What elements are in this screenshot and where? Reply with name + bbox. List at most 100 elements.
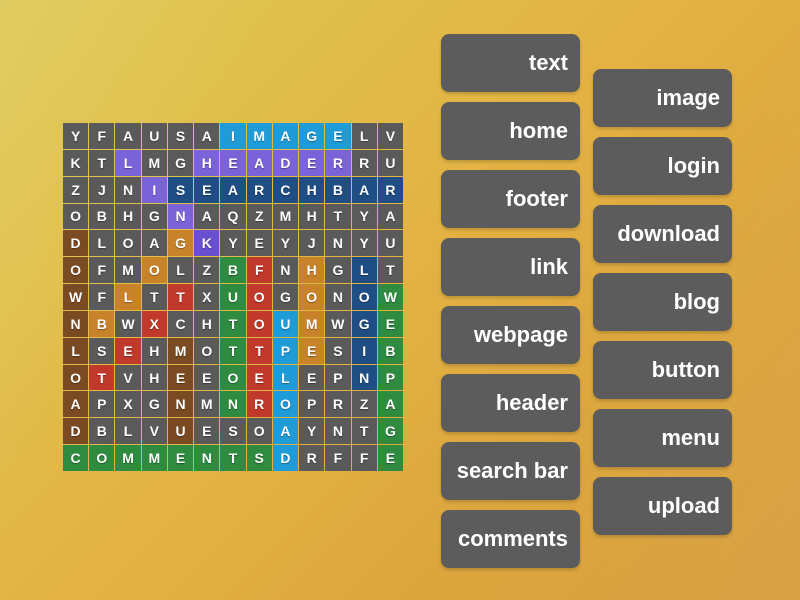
grid-cell[interactable]: P: [272, 337, 299, 364]
grid-cell[interactable]: Y: [220, 230, 246, 257]
grid-cell[interactable]: H: [299, 257, 325, 284]
grid-cell[interactable]: R: [246, 391, 272, 418]
grid-cell[interactable]: O: [272, 391, 299, 418]
grid-cell[interactable]: X: [194, 284, 220, 310]
grid-cell[interactable]: F: [246, 257, 272, 284]
grid-cell[interactable]: F: [351, 445, 377, 471]
grid-cell[interactable]: N: [325, 284, 351, 310]
grid-cell[interactable]: I: [220, 123, 246, 149]
grid-cell[interactable]: O: [246, 284, 272, 310]
grid-cell[interactable]: E: [220, 149, 246, 176]
grid-cell[interactable]: A: [194, 123, 220, 149]
grid-cell[interactable]: T: [377, 257, 403, 284]
grid-cell[interactable]: E: [325, 123, 351, 149]
grid-cell[interactable]: S: [220, 418, 246, 445]
grid-cell[interactable]: O: [246, 310, 272, 337]
grid-cell[interactable]: G: [351, 310, 377, 337]
grid-cell[interactable]: S: [246, 445, 272, 471]
grid-cell[interactable]: O: [194, 337, 220, 364]
word-chip-home[interactable]: home: [441, 102, 580, 160]
grid-cell[interactable]: E: [299, 364, 325, 391]
grid-cell[interactable]: O: [115, 230, 141, 257]
grid-cell[interactable]: L: [115, 284, 141, 310]
grid-cell[interactable]: G: [325, 257, 351, 284]
grid-cell[interactable]: N: [63, 310, 89, 337]
grid-cell[interactable]: Y: [351, 230, 377, 257]
grid-cell[interactable]: H: [115, 203, 141, 230]
word-chip-image[interactable]: image: [593, 69, 732, 127]
grid-cell[interactable]: J: [89, 176, 115, 203]
grid-cell[interactable]: U: [272, 310, 299, 337]
grid-cell[interactable]: O: [246, 418, 272, 445]
word-chip-comments[interactable]: comments: [441, 510, 580, 568]
grid-cell[interactable]: N: [325, 418, 351, 445]
grid-cell[interactable]: Z: [194, 257, 220, 284]
word-chip-download[interactable]: download: [593, 205, 732, 263]
grid-cell[interactable]: W: [377, 284, 403, 310]
grid-cell[interactable]: U: [167, 418, 194, 445]
grid-cell[interactable]: F: [89, 284, 115, 310]
grid-cell[interactable]: A: [377, 391, 403, 418]
letter-grid[interactable]: YFAUSAIMAGELVKTLMGHEADERRUZJNISEARCHBARO…: [63, 123, 403, 471]
grid-cell[interactable]: R: [246, 176, 272, 203]
grid-cell[interactable]: S: [89, 337, 115, 364]
grid-cell[interactable]: P: [299, 391, 325, 418]
grid-cell[interactable]: N: [167, 391, 194, 418]
grid-cell[interactable]: Q: [220, 203, 246, 230]
grid-cell[interactable]: N: [194, 445, 220, 471]
grid-cell[interactable]: R: [299, 445, 325, 471]
grid-cell[interactable]: N: [115, 176, 141, 203]
grid-cell[interactable]: A: [194, 203, 220, 230]
word-chip-webpage[interactable]: webpage: [441, 306, 580, 364]
word-chip-text[interactable]: text: [441, 34, 580, 92]
grid-cell[interactable]: R: [325, 149, 351, 176]
grid-cell[interactable]: E: [167, 445, 194, 471]
grid-cell[interactable]: Z: [351, 391, 377, 418]
grid-cell[interactable]: A: [377, 203, 403, 230]
grid-cell[interactable]: K: [194, 230, 220, 257]
grid-cell[interactable]: T: [89, 149, 115, 176]
grid-cell[interactable]: Y: [272, 230, 299, 257]
grid-cell[interactable]: E: [377, 445, 403, 471]
word-chip-link[interactable]: link: [441, 238, 580, 296]
grid-cell[interactable]: O: [89, 445, 115, 471]
grid-cell[interactable]: T: [141, 284, 167, 310]
grid-cell[interactable]: H: [194, 310, 220, 337]
grid-cell[interactable]: Z: [246, 203, 272, 230]
grid-cell[interactable]: T: [89, 364, 115, 391]
grid-cell[interactable]: Z: [63, 176, 89, 203]
grid-cell[interactable]: H: [141, 337, 167, 364]
grid-cell[interactable]: S: [167, 123, 194, 149]
grid-cell[interactable]: Y: [63, 123, 89, 149]
grid-cell[interactable]: T: [351, 418, 377, 445]
grid-cell[interactable]: N: [167, 203, 194, 230]
grid-cell[interactable]: D: [63, 418, 89, 445]
grid-cell[interactable]: M: [167, 337, 194, 364]
grid-cell[interactable]: E: [299, 149, 325, 176]
grid-cell[interactable]: G: [167, 149, 194, 176]
grid-cell[interactable]: A: [115, 123, 141, 149]
grid-cell[interactable]: C: [63, 445, 89, 471]
word-chip-login[interactable]: login: [593, 137, 732, 195]
grid-cell[interactable]: S: [325, 337, 351, 364]
grid-cell[interactable]: O: [63, 364, 89, 391]
grid-cell[interactable]: M: [246, 123, 272, 149]
grid-cell[interactable]: A: [141, 230, 167, 257]
grid-cell[interactable]: A: [351, 176, 377, 203]
grid-cell[interactable]: Y: [351, 203, 377, 230]
grid-cell[interactable]: R: [325, 391, 351, 418]
grid-cell[interactable]: P: [89, 391, 115, 418]
grid-cell[interactable]: G: [167, 230, 194, 257]
grid-cell[interactable]: O: [351, 284, 377, 310]
grid-cell[interactable]: N: [220, 391, 246, 418]
grid-cell[interactable]: J: [299, 230, 325, 257]
grid-cell[interactable]: C: [272, 176, 299, 203]
grid-cell[interactable]: Y: [299, 418, 325, 445]
grid-cell[interactable]: E: [115, 337, 141, 364]
grid-cell[interactable]: U: [141, 123, 167, 149]
grid-cell[interactable]: P: [377, 364, 403, 391]
grid-cell[interactable]: X: [115, 391, 141, 418]
grid-cell[interactable]: E: [377, 310, 403, 337]
grid-cell[interactable]: W: [115, 310, 141, 337]
grid-cell[interactable]: F: [89, 123, 115, 149]
